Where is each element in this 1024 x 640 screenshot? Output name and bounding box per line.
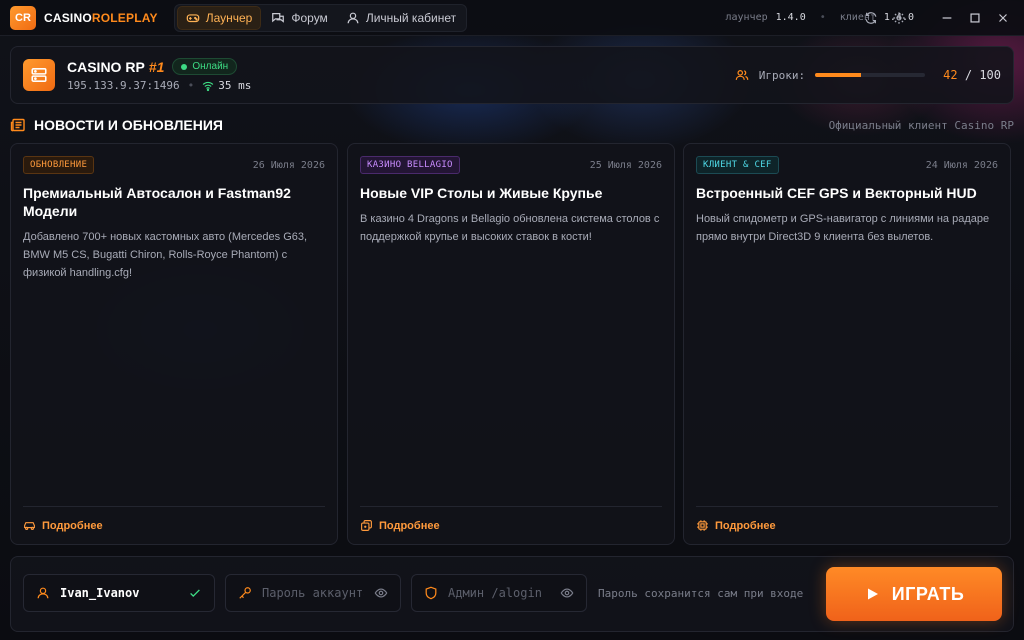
news-more-link[interactable]: Подробнее [23,506,325,532]
key-icon [239,587,251,599]
news-subtitle: Официальный клиент Casino RP [828,118,1014,132]
news-header: НОВОСТИ И ОБНОВЛЕНИЯ Официальный клиент … [10,116,1014,134]
news-card-title: Новые VIP Столы и Живые Крупье [360,185,603,201]
news-more-link[interactable]: Подробнее [696,506,998,532]
password-input[interactable] [262,586,364,600]
gamepad-icon [186,13,200,22]
username-field[interactable] [23,574,215,612]
newspaper-icon [10,118,25,132]
gear-icon[interactable] [892,11,906,25]
players-label: Игроки: [758,68,806,82]
news-card-text: Новый спидометр и GPS-навигатор с линиям… [696,213,990,243]
news-card-title: Премиальный Автосалон и Fastman92 Модели [23,185,291,219]
news-more-link[interactable]: Подробнее [360,506,662,532]
play-button[interactable]: ИГРАТЬ [826,567,1002,621]
eye-icon[interactable] [374,586,388,600]
password-hint: Пароль сохранится сам при входе [598,587,804,600]
status-dot-icon [181,63,188,70]
dice-icon [361,520,372,531]
username-input[interactable] [60,586,178,600]
window-controls [864,0,1010,36]
chip-icon [697,520,708,531]
status-badge: Онлайн [172,58,238,75]
user-icon [37,587,49,599]
user-icon [347,12,359,23]
minimize-icon[interactable] [940,11,954,25]
news-card-text: Добавлено 700+ новых кастомных авто (Mer… [23,231,308,279]
news-tag: КАЗИНО BELLAGIO [360,156,460,174]
players-info: Игроки: 42 / 100 [735,68,1001,82]
close-icon[interactable] [996,11,1010,25]
main-nav: Лаунчер Форум Личный кабинет [173,3,468,32]
nav-forum[interactable]: Форум [263,6,335,30]
server-info: CASINO RP #1 Онлайн 195.133.9.37:1496 • … [67,58,252,92]
news-date: 24 Июля 2026 [925,159,998,171]
server-ping: 35 ms [202,79,251,92]
shield-icon [425,586,437,600]
maximize-icon[interactable] [968,11,982,25]
server-address: 195.133.9.37:1496 [67,79,180,92]
news-card-text: В казино 4 Dragons и Bellagio обновлена … [360,213,660,243]
server-card: CASINO RP #1 Онлайн 195.133.9.37:1496 • … [10,46,1014,104]
server-name: CASINO RP [67,58,145,75]
nav-account[interactable]: Личный кабинет [338,6,464,30]
app-brand: CASINOROLEPLAY [44,10,158,25]
server-number: #1 [148,58,165,75]
car-icon [24,522,35,530]
news-card-title: Встроенный CEF GPS и Векторный HUD [696,185,977,201]
server-icon [23,59,55,91]
admin-password-field[interactable] [411,574,587,612]
admin-password-input[interactable] [448,586,550,600]
news-card: ОБНОВЛЕНИЕ 26 Июля 2026 Премиальный Авто… [10,143,338,545]
users-icon [735,70,749,80]
play-icon [867,588,878,600]
wifi-icon [202,81,214,91]
chat-icon [272,12,285,23]
app-logo: CR [10,5,36,30]
password-field[interactable] [225,574,401,612]
news-date: 25 Июля 2026 [589,159,662,171]
news-date: 26 Июля 2026 [252,159,325,171]
news-card: КАЗИНО BELLAGIO 25 Июля 2026 Новые VIP С… [347,143,675,545]
players-count: 42 / 100 [943,68,1001,82]
title-bar: CR CASINOROLEPLAY Лаунчер Форум Личный к… [0,0,1024,36]
check-icon [190,589,200,598]
login-bar: Пароль сохранится сам при входе ИГРАТЬ [10,556,1014,632]
nav-launcher[interactable]: Лаунчер [176,5,262,30]
news-title: НОВОСТИ И ОБНОВЛЕНИЯ [34,117,223,133]
news-tag: КЛИЕНТ & CEF [696,156,779,174]
news-card: КЛИЕНТ & CEF 24 Июля 2026 Встроенный CEF… [683,143,1011,545]
players-progress [815,73,926,77]
news-tag: ОБНОВЛЕНИЕ [23,156,95,174]
refresh-icon[interactable] [864,11,878,25]
launcher-version: 1.4.0 [775,12,806,23]
eye-icon[interactable] [560,586,574,600]
